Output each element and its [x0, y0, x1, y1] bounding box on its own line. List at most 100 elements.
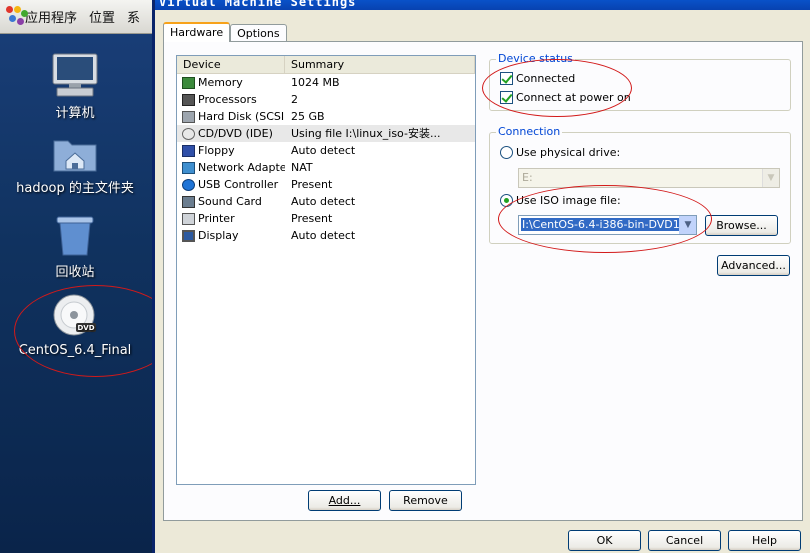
connect-at-power-on-checkbox[interactable]: Connect at power on	[500, 91, 631, 104]
iso-image-value-wrap: I:\CentOS-6.4-i386-bin-DVD1.isc	[519, 216, 679, 234]
device-row[interactable]: Processors 2	[177, 91, 475, 108]
device-summary: 25 GB	[291, 110, 325, 123]
desktop-icon-home-folder[interactable]: hadoop 的主文件夹	[0, 135, 150, 196]
device-row[interactable]: Display Auto detect	[177, 227, 475, 244]
device-cell: Floppy	[177, 142, 285, 159]
device-cell: Printer	[177, 210, 285, 227]
device-row[interactable]: Sound Card Auto detect	[177, 193, 475, 210]
device-summary: Using file I:\linux_iso-安装...	[291, 127, 441, 140]
device-name: USB Controller	[198, 178, 279, 191]
browse-button[interactable]: Browse...	[705, 215, 778, 236]
processor-icon	[182, 93, 195, 106]
checkbox-box[interactable]	[500, 91, 513, 104]
desktop-icon-label: CentOS_6.4_Final	[18, 343, 132, 358]
connected-label: Connected	[516, 72, 576, 85]
computer-icon	[52, 53, 98, 97]
gnome-foot-icon[interactable]	[6, 5, 28, 28]
connection-title: Connection	[496, 125, 563, 138]
device-cell: USB Controller	[177, 176, 285, 193]
desktop-icon-label: hadoop 的主文件夹	[16, 181, 134, 196]
desktop-icon-label: 回收站	[55, 265, 95, 280]
device-summary: 1024 MB	[291, 76, 340, 89]
add-device-label: Add...	[328, 494, 361, 507]
device-row[interactable]: Hard Disk (SCSI) 25 GB	[177, 108, 475, 125]
cd-dvd-icon	[182, 127, 195, 140]
device-row[interactable]: CD/DVD (IDE) Using file I:\linux_iso-安装..…	[177, 125, 475, 142]
advanced-button[interactable]: Advanced...	[717, 255, 790, 276]
device-row[interactable]: Memory 1024 MB	[177, 74, 475, 91]
iso-image-select[interactable]: I:\CentOS-6.4-i386-bin-DVD1.isc ▼	[518, 215, 697, 235]
ok-button[interactable]: OK	[568, 530, 641, 551]
device-name: CD/DVD (IDE)	[198, 127, 273, 140]
cancel-button[interactable]: Cancel	[648, 530, 721, 551]
column-header-summary[interactable]: Summary	[285, 56, 475, 73]
device-summary: 2	[291, 93, 298, 106]
device-summary: NAT	[291, 161, 313, 174]
usb-icon	[182, 178, 195, 191]
device-list[interactable]: Device Summary Memory 1024 MB Processors 2 H…	[176, 55, 476, 485]
memory-icon	[182, 76, 195, 89]
help-button[interactable]: Help	[728, 530, 801, 551]
connection-group: Connection Use physical drive: E: ▼ Use …	[489, 125, 791, 244]
device-name: Hard Disk (SCSI)	[198, 110, 285, 123]
device-name: Sound Card	[198, 195, 262, 208]
use-physical-drive-label: Use physical drive:	[516, 146, 621, 159]
device-name: Processors	[198, 93, 257, 106]
device-row[interactable]: Network Adapter NAT	[177, 159, 475, 176]
checkbox-box[interactable]	[500, 72, 513, 85]
home-folder-icon	[53, 140, 97, 172]
menu-applications[interactable]: 应用程序	[25, 7, 77, 26]
device-row[interactable]: Printer Present	[177, 210, 475, 227]
device-name: Printer	[198, 212, 235, 225]
add-device-button[interactable]: Add...	[308, 490, 381, 511]
printer-icon	[182, 212, 195, 225]
remove-device-button[interactable]: Remove	[389, 490, 462, 511]
svg-text:DVD: DVD	[77, 324, 94, 332]
device-cell: Display	[177, 227, 285, 244]
device-name: Network Adapter	[198, 161, 285, 174]
sound-card-icon	[182, 195, 195, 208]
device-summary: Present	[291, 178, 333, 191]
floppy-icon	[182, 144, 195, 157]
radio-circle[interactable]	[500, 146, 513, 159]
desktop-icon-computer[interactable]: 计算机	[10, 52, 140, 121]
use-physical-drive-radio[interactable]: Use physical drive:	[500, 146, 620, 159]
desktop-icon-centos-dvd[interactable]: DVD CentOS_6.4_Final	[10, 293, 140, 358]
trash-icon	[56, 216, 94, 256]
connected-checkbox[interactable]: Connected	[500, 72, 575, 85]
radio-circle[interactable]	[500, 194, 513, 207]
hardware-tab-panel: Device Summary Memory 1024 MB Processors 2 H…	[163, 41, 803, 521]
device-row[interactable]: USB Controller Present	[177, 176, 475, 193]
device-summary: Auto detect	[291, 195, 356, 208]
device-list-header: Device Summary	[177, 56, 475, 74]
gnome-top-panel: 应用程序 位置 系	[0, 0, 152, 34]
device-summary: Auto detect	[291, 229, 356, 242]
desktop-icon-trash[interactable]: 回收站	[10, 215, 140, 280]
device-cell: Hard Disk (SCSI)	[177, 108, 285, 125]
device-row[interactable]: Floppy Auto detect	[177, 142, 475, 159]
device-cell: Processors	[177, 91, 285, 108]
column-header-device[interactable]: Device	[177, 56, 285, 73]
tab-options[interactable]: Options	[230, 24, 287, 42]
chevron-down-icon[interactable]: ▼	[679, 216, 696, 234]
device-cell: Network Adapter	[177, 159, 285, 176]
network-adapter-icon	[182, 161, 195, 174]
device-name: Floppy	[198, 144, 235, 157]
display-icon	[182, 229, 195, 242]
device-name: Memory	[198, 76, 243, 89]
menu-system[interactable]: 系	[127, 7, 140, 26]
connect-at-power-on-label: Connect at power on	[516, 91, 631, 104]
tab-hardware[interactable]: Hardware	[163, 22, 231, 42]
physical-drive-select: E: ▼	[518, 168, 780, 188]
tab-strip: Hardware Options	[163, 22, 287, 42]
iso-image-value[interactable]: I:\CentOS-6.4-i386-bin-DVD1.isc	[521, 218, 679, 231]
device-summary: Auto detect	[291, 144, 356, 157]
menu-places[interactable]: 位置	[89, 7, 115, 26]
use-iso-image-label: Use ISO image file:	[516, 194, 621, 207]
device-cell: Sound Card	[177, 193, 285, 210]
device-summary: Present	[291, 212, 333, 225]
use-iso-image-radio[interactable]: Use ISO image file:	[500, 194, 621, 207]
dialog-title: Virtual Machine Settings	[155, 0, 810, 10]
hard-disk-icon	[182, 110, 195, 123]
desktop-icon-label: 计算机	[55, 106, 95, 121]
